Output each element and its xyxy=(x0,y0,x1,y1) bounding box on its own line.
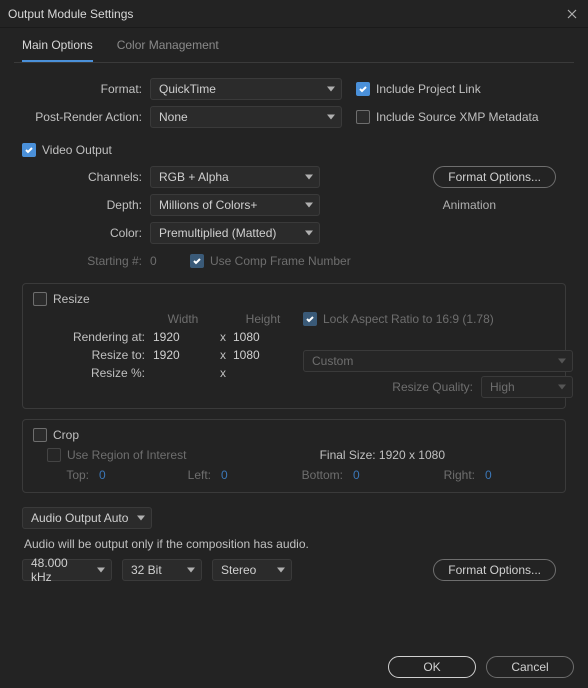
audio-output-mode-value: Audio Output Auto xyxy=(31,511,128,525)
video-output-checkbox[interactable]: Video Output xyxy=(22,143,566,157)
close-icon xyxy=(567,9,577,19)
video-format-options-button[interactable]: Format Options... xyxy=(433,166,556,188)
post-render-action-label: Post-Render Action: xyxy=(22,110,150,124)
post-render-action-select[interactable]: None xyxy=(150,106,342,128)
format-section: Format: QuickTime Include Project Link P… xyxy=(14,63,574,129)
crop-group: Crop Use Region of Interest Final Size: … xyxy=(22,419,566,493)
audio-depth-value: 32 Bit xyxy=(131,563,162,577)
depth-select[interactable]: Millions of Colors+ xyxy=(150,194,320,216)
crop-bottom-value: 0 xyxy=(353,468,393,482)
resize-to-width: 1920 xyxy=(153,348,213,362)
channels-value: RGB + Alpha xyxy=(159,170,229,184)
channels-label: Channels: xyxy=(22,170,150,184)
rendering-width: 1920 xyxy=(153,330,213,344)
ok-button[interactable]: OK xyxy=(388,656,476,678)
include-xmp-label: Include Source XMP Metadata xyxy=(376,110,539,124)
resize-quality-label: Resize Quality: xyxy=(392,380,481,394)
color-select[interactable]: Premultiplied (Matted) xyxy=(150,222,320,244)
resize-pct-label: Resize %: xyxy=(33,366,153,380)
audio-output-mode-select[interactable]: Audio Output Auto xyxy=(22,507,152,529)
audio-channels-select[interactable]: Stereo xyxy=(212,559,292,581)
format-select[interactable]: QuickTime xyxy=(150,78,342,100)
check-icon xyxy=(192,256,202,266)
crop-bottom-label: Bottom: xyxy=(267,468,347,482)
post-render-action-value: None xyxy=(159,110,188,124)
crop-left-value: 0 xyxy=(221,468,261,482)
tab-bar: Main Options Color Management xyxy=(14,28,574,63)
codec-name: Animation xyxy=(443,198,496,212)
window-title: Output Module Settings xyxy=(8,7,564,21)
starting-number-label: Starting #: xyxy=(22,254,150,268)
resize-group: Resize Width Height Rendering at: 1920 x… xyxy=(22,283,566,409)
resize-checkbox[interactable]: Resize xyxy=(33,292,90,306)
audio-format-options-button[interactable]: Format Options... xyxy=(433,559,556,581)
crop-left-label: Left: xyxy=(145,468,215,482)
audio-depth-select[interactable]: 32 Bit xyxy=(122,559,202,581)
audio-channels-value: Stereo xyxy=(221,563,256,577)
crop-top-value: 0 xyxy=(99,468,139,482)
format-label: Format: xyxy=(22,82,150,96)
rendering-height: 1080 xyxy=(233,330,293,344)
audio-rate-value: 48.000 kHz xyxy=(31,556,89,584)
audio-rate-select[interactable]: 48.000 kHz xyxy=(22,559,112,581)
crop-top-label: Top: xyxy=(33,468,93,482)
use-comp-frame-label: Use Comp Frame Number xyxy=(210,254,351,268)
resize-to-height: 1080 xyxy=(233,348,293,362)
starting-number-value: 0 xyxy=(150,254,190,268)
lock-aspect-ratio-checkbox: Lock Aspect Ratio to 16:9 (1.78) xyxy=(303,312,573,326)
resize-quality-value: High xyxy=(490,380,515,394)
include-xmp-checkbox[interactable]: Include Source XMP Metadata xyxy=(356,110,539,124)
dialog-footer: OK Cancel xyxy=(388,656,574,678)
resize-quality-select: High xyxy=(481,376,573,398)
cancel-button[interactable]: Cancel xyxy=(486,656,574,678)
format-select-value: QuickTime xyxy=(159,82,216,96)
height-header: Height xyxy=(233,312,293,326)
color-value: Premultiplied (Matted) xyxy=(159,226,276,240)
crop-label: Crop xyxy=(53,428,79,442)
check-icon xyxy=(24,145,34,155)
resize-preset-select: Custom xyxy=(303,350,573,372)
final-size-label: Final Size: 1920 x 1080 xyxy=(320,448,445,462)
use-comp-frame-checkbox: Use Comp Frame Number xyxy=(190,254,351,268)
resize-to-label: Resize to: xyxy=(33,348,153,362)
include-project-link-checkbox[interactable]: Include Project Link xyxy=(356,82,481,96)
depth-value: Millions of Colors+ xyxy=(159,198,257,212)
depth-label: Depth: xyxy=(22,198,150,212)
resize-preset-value: Custom xyxy=(312,354,353,368)
close-button[interactable] xyxy=(564,6,580,22)
color-label: Color: xyxy=(22,226,150,240)
audio-note: Audio will be output only if the composi… xyxy=(24,537,566,551)
check-icon xyxy=(358,84,368,94)
use-roi-checkbox: Use Region of Interest xyxy=(47,448,186,462)
crop-right-label: Right: xyxy=(399,468,479,482)
include-project-link-label: Include Project Link xyxy=(376,82,481,96)
title-bar: Output Module Settings xyxy=(0,0,588,28)
check-icon xyxy=(305,314,315,324)
resize-label: Resize xyxy=(53,292,90,306)
use-roi-label: Use Region of Interest xyxy=(67,448,186,462)
rendering-at-label: Rendering at: xyxy=(33,330,153,344)
width-header: Width xyxy=(153,312,213,326)
tab-color-management[interactable]: Color Management xyxy=(117,38,219,62)
crop-checkbox[interactable]: Crop xyxy=(33,428,79,442)
tab-main-options[interactable]: Main Options xyxy=(22,38,93,62)
lock-aspect-ratio-label: Lock Aspect Ratio to 16:9 (1.78) xyxy=(323,312,494,326)
video-output-label: Video Output xyxy=(42,143,112,157)
crop-right-value: 0 xyxy=(485,468,525,482)
channels-select[interactable]: RGB + Alpha xyxy=(150,166,320,188)
